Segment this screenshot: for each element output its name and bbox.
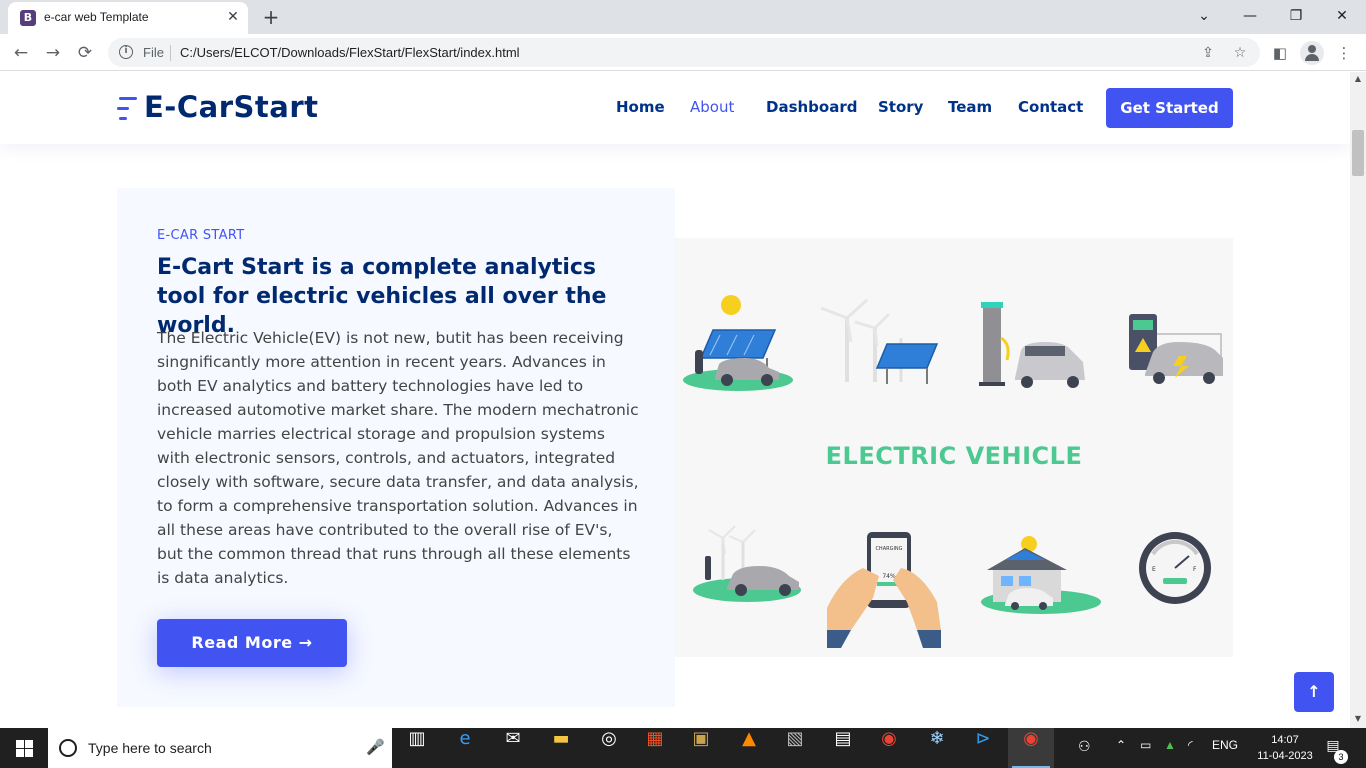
- charging-station-icon: [979, 302, 1085, 388]
- close-tab-icon[interactable]: ✕: [224, 8, 242, 26]
- gauge-empty-label: E: [1152, 566, 1156, 573]
- wifi-icon[interactable]: ◜: [1188, 738, 1193, 752]
- page-scrollbar[interactable]: ▲ ▼: [1350, 72, 1366, 728]
- microphone-icon[interactable]: 🎤: [366, 738, 385, 756]
- about-content-box: E-CAR START E-Cart Start is a complete a…: [117, 188, 675, 707]
- nav-team[interactable]: Team: [948, 98, 992, 116]
- clock-time: 14:07: [1271, 734, 1299, 746]
- photo-viewer-icon[interactable]: ▧: [772, 728, 818, 768]
- tray-app-icon[interactable]: ▲: [1164, 738, 1176, 752]
- electric-vehicle-title: ELECTRIC VEHICLE: [825, 442, 1083, 470]
- wall-charger-icon: [1129, 314, 1223, 384]
- store-icon[interactable]: ▦: [632, 728, 678, 768]
- address-scheme-label: File: [143, 45, 164, 60]
- windows-taskbar: Type here to search 🎤 ▥ e ✉ ▬ ◎ ▦ ▣ ▲ ▧ …: [0, 728, 1366, 768]
- site-header: E-CarStart Home About Dashboard Story Te…: [0, 72, 1350, 144]
- read-more-button[interactable]: Read More →: [157, 619, 347, 667]
- app-dark-icon[interactable]: ▣: [678, 728, 724, 768]
- chrome-icon[interactable]: ◉: [866, 728, 912, 768]
- forward-arrow-icon[interactable]: →: [40, 40, 66, 66]
- scroll-down-arrow-icon[interactable]: ▼: [1350, 714, 1366, 726]
- taskbar-clock[interactable]: 14:07 11-04-2023: [1254, 732, 1316, 764]
- browser-toolbar: ← → ⟳ i File C:/Users/ELCOT/Downloads/Fl…: [0, 34, 1366, 71]
- chrome-menu-icon[interactable]: ⋮: [1332, 41, 1356, 65]
- restore-button[interactable]: ❐: [1274, 4, 1318, 28]
- nav-story[interactable]: Story: [878, 98, 923, 116]
- arrow-right-icon: →: [298, 633, 313, 652]
- browser-tab[interactable]: B e-car web Template ✕: [8, 2, 248, 34]
- cortana-circle-icon: [59, 739, 77, 757]
- read-more-label: Read More: [191, 633, 293, 652]
- windows-start-icon[interactable]: [0, 728, 48, 768]
- nav-about[interactable]: About: [690, 98, 734, 116]
- nav-contact[interactable]: Contact: [1018, 98, 1083, 116]
- page-viewport: E-CarStart Home About Dashboard Story Te…: [0, 72, 1350, 728]
- mail-icon[interactable]: ✉: [490, 728, 536, 768]
- address-url[interactable]: C:/Users/ELCOT/Downloads/FlexStart/FlexS…: [180, 45, 520, 60]
- vscode-icon[interactable]: ⊳: [960, 728, 1006, 768]
- file-explorer-icon[interactable]: ▬: [538, 728, 584, 768]
- turbine-car-icon: [693, 525, 801, 602]
- about-eyebrow: E-CAR START: [157, 228, 245, 243]
- calculator-icon[interactable]: ▤: [820, 728, 866, 768]
- reload-icon[interactable]: ⟳: [72, 40, 98, 66]
- new-tab-button[interactable]: +: [258, 4, 284, 30]
- nav-dashboard[interactable]: Dashboard: [766, 98, 857, 116]
- close-window-button[interactable]: ✕: [1320, 4, 1364, 28]
- people-icon[interactable]: ⚇: [1078, 738, 1091, 755]
- edge-icon[interactable]: e: [442, 728, 488, 768]
- taskbar-search-box[interactable]: Type here to search 🎤: [48, 728, 392, 768]
- battery-gauge-icon: E F: [1139, 532, 1211, 604]
- back-arrow-icon[interactable]: ←: [8, 40, 34, 66]
- site-info-icon[interactable]: i: [119, 45, 133, 59]
- solar-house-icon: [981, 536, 1101, 614]
- solar-carport-icon: [683, 295, 793, 391]
- electric-vehicle-illustration: CHARGING 74% E F ELECTRIC VEHICLE: [675, 238, 1233, 657]
- side-panel-icon[interactable]: ◧: [1268, 41, 1292, 65]
- snipping-tool-icon[interactable]: ❄: [914, 728, 960, 768]
- scroll-up-arrow-icon[interactable]: ▲: [1350, 74, 1366, 86]
- vlc-icon[interactable]: ▲: [726, 728, 772, 768]
- battery-icon[interactable]: ▭: [1140, 738, 1151, 752]
- notification-badge: 3: [1334, 750, 1348, 764]
- tab-title: e-car web Template: [44, 10, 149, 24]
- scroll-thumb[interactable]: [1352, 130, 1364, 176]
- browser-tab-strip: B e-car web Template ✕ + ⌄ — ❐ ✕: [0, 0, 1366, 34]
- wind-turbines-icon: [820, 298, 939, 384]
- taskbar-search-placeholder[interactable]: Type here to search: [88, 740, 212, 756]
- get-started-button[interactable]: Get Started: [1106, 88, 1233, 128]
- tray-chevron-icon[interactable]: ⌃: [1116, 738, 1126, 752]
- back-to-top-button[interactable]: ↑: [1294, 672, 1334, 712]
- logo-bars-icon[interactable]: [117, 95, 137, 121]
- clock-date: 11-04-2023: [1257, 750, 1313, 762]
- tab-search-chevron-icon[interactable]: ⌄: [1182, 4, 1226, 28]
- bookmark-star-icon[interactable]: ☆: [1230, 43, 1250, 63]
- bootstrap-favicon-icon: B: [20, 10, 36, 26]
- phone-charging-label: CHARGING: [875, 546, 902, 552]
- minimize-button[interactable]: —: [1228, 4, 1272, 28]
- gauge-full-label: F: [1193, 566, 1197, 573]
- chrome-active-icon[interactable]: ◉: [1008, 728, 1054, 768]
- address-bar[interactable]: i File C:/Users/ELCOT/Downloads/FlexStar…: [108, 38, 1260, 67]
- language-indicator[interactable]: ENG: [1212, 738, 1238, 752]
- site-logo[interactable]: E-CarStart: [144, 90, 318, 124]
- phone-charging-app-icon: CHARGING 74%: [827, 532, 941, 648]
- address-divider: [170, 45, 171, 61]
- task-view-icon[interactable]: ▥: [394, 728, 440, 768]
- share-icon[interactable]: ⇪: [1198, 43, 1218, 63]
- profile-avatar-icon[interactable]: [1300, 41, 1324, 65]
- nav-home[interactable]: Home: [616, 98, 665, 116]
- media-player-icon[interactable]: ◎: [586, 728, 632, 768]
- about-body-text: The Electric Vehicle(EV) is not new, but…: [157, 329, 639, 587]
